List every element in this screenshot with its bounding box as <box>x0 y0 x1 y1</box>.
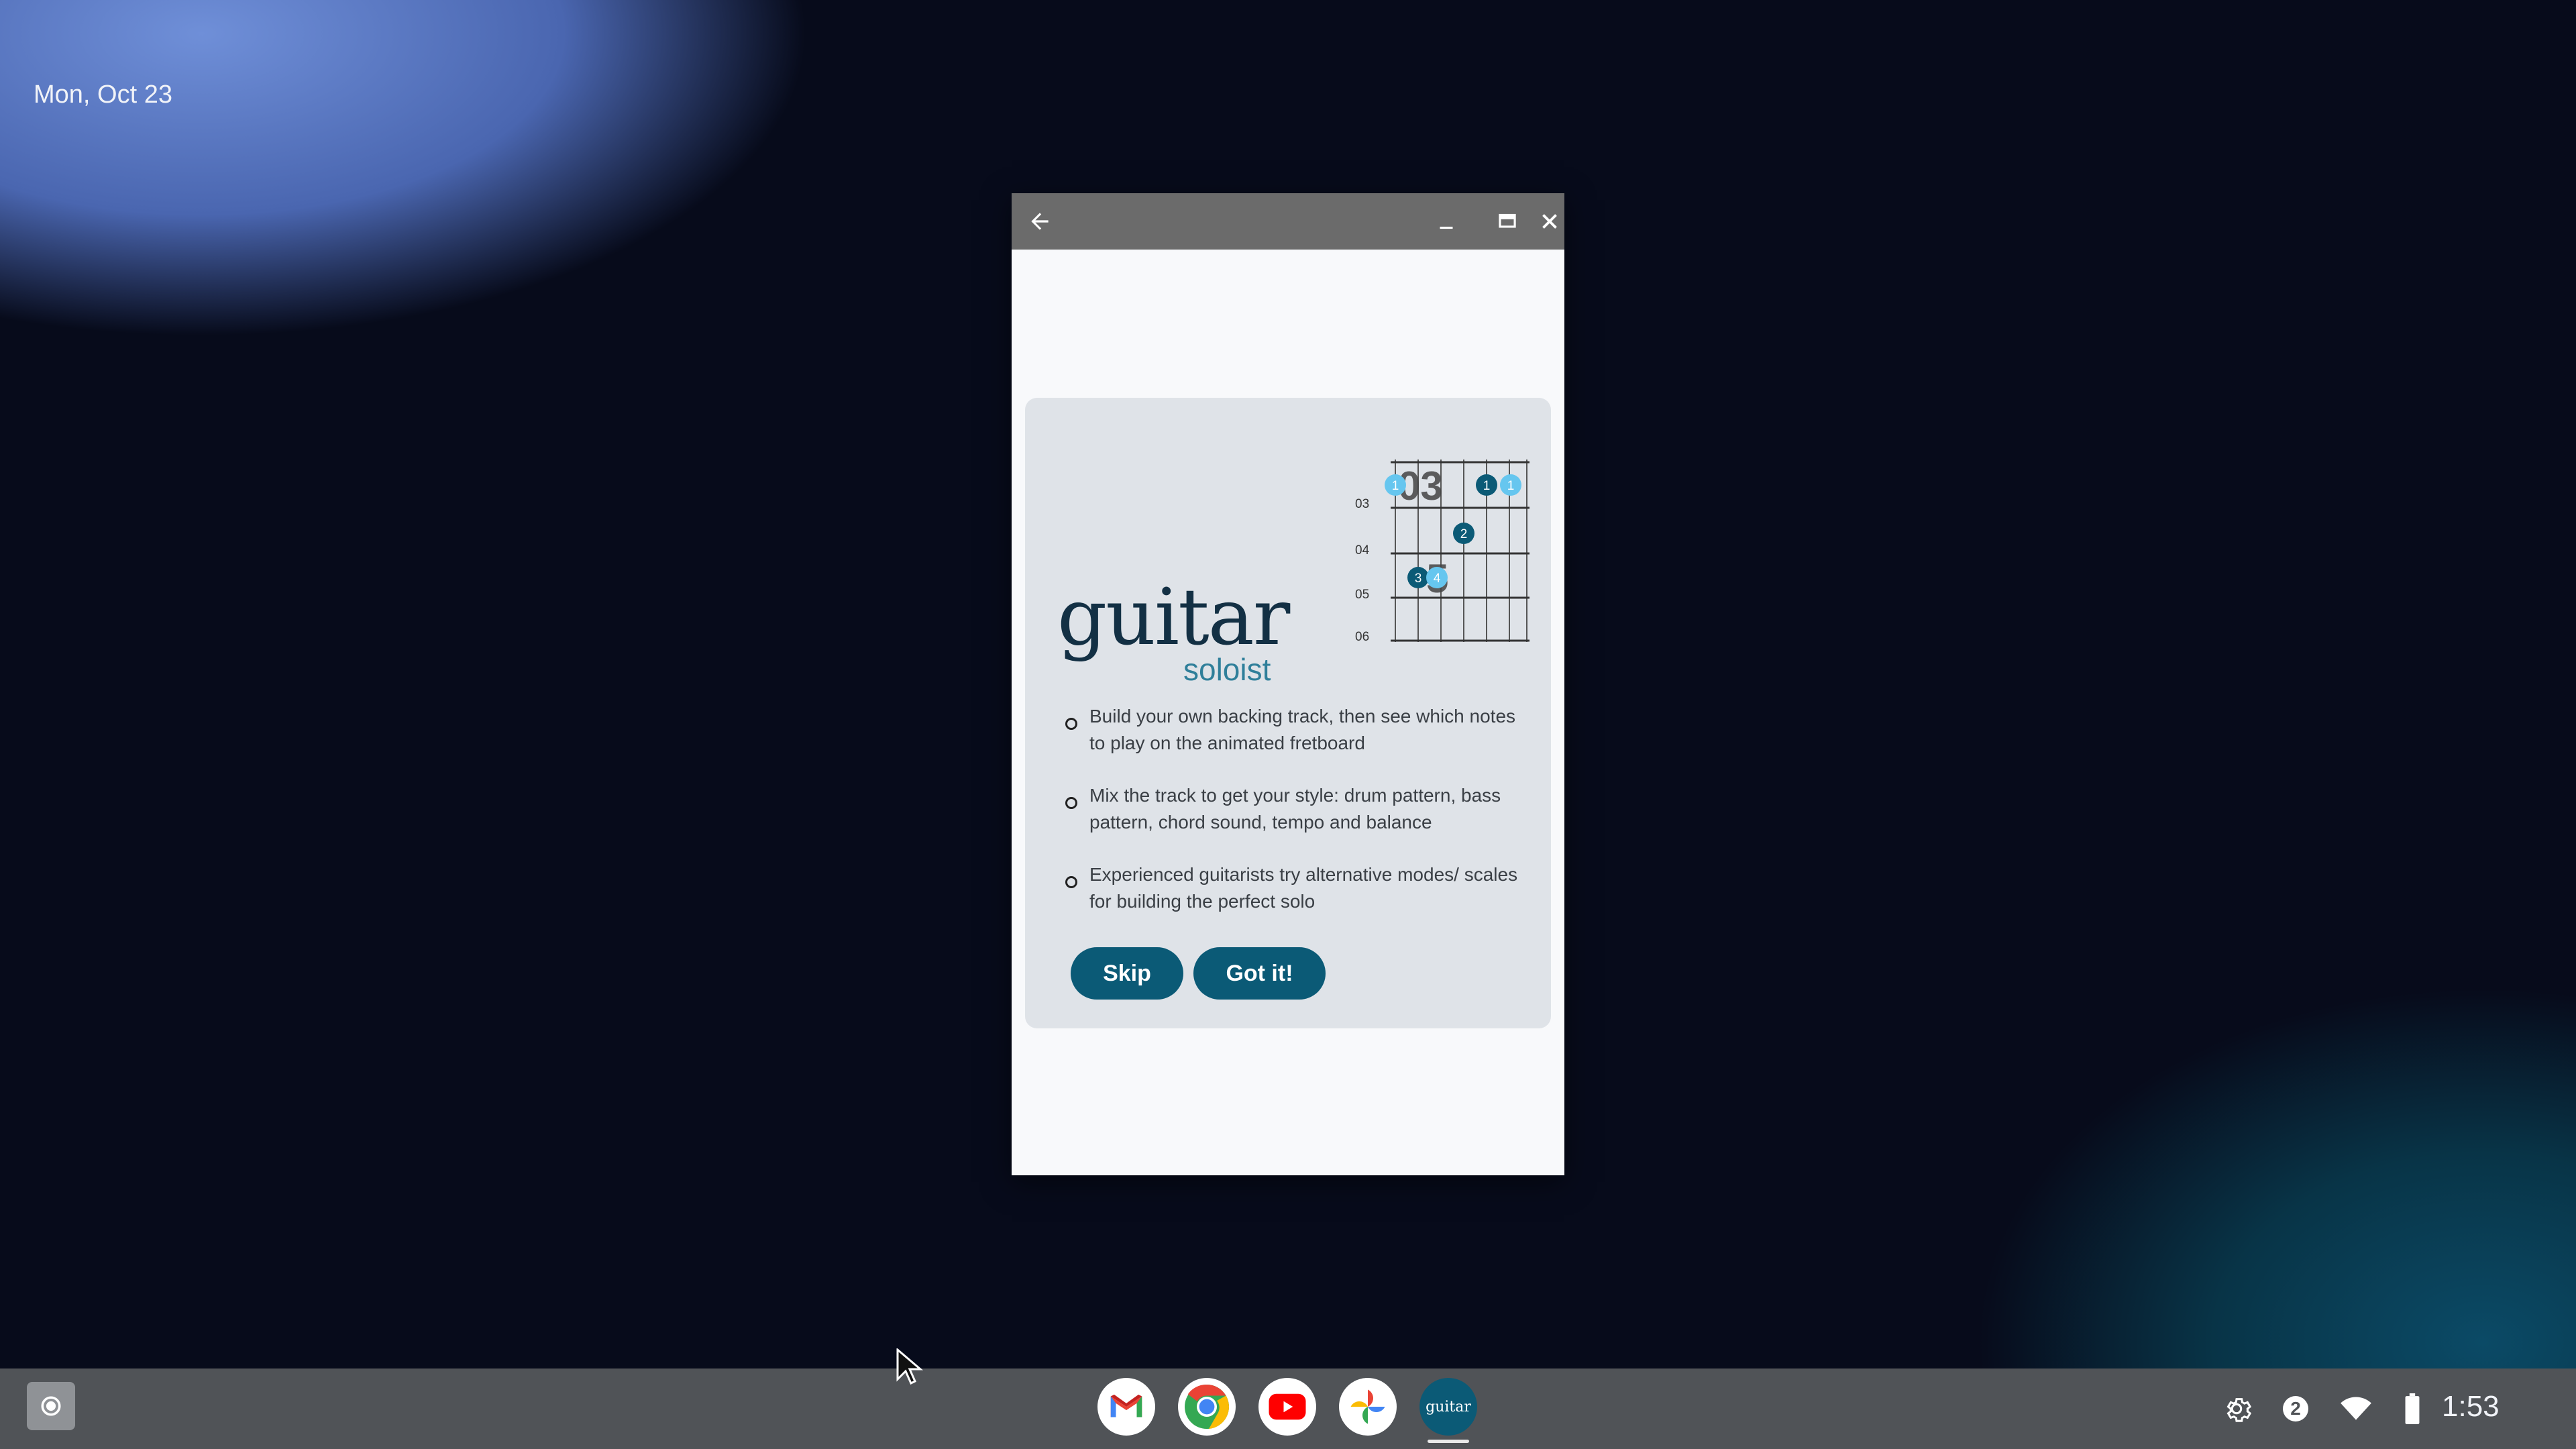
settings-button[interactable] <box>2219 1389 2254 1429</box>
photos-app[interactable] <box>1339 1378 1397 1436</box>
bullet-icon <box>1065 797 1077 809</box>
app-logo: guitar soloist <box>1057 572 1299 686</box>
note-dot-label: 2 <box>1460 527 1468 541</box>
title-bar <box>1012 193 1564 250</box>
note-dot-label: 4 <box>1434 572 1441 586</box>
got-it-button[interactable]: Got it! <box>1193 947 1326 1000</box>
back-button[interactable] <box>1012 193 1068 250</box>
close-icon <box>1542 214 1557 229</box>
chrome-app[interactable] <box>1178 1378 1236 1436</box>
wifi-status[interactable] <box>2337 1389 2375 1429</box>
logo-word: guitar <box>1057 572 1290 663</box>
fret-label: 05 <box>1355 588 1369 602</box>
note-dot-label: 3 <box>1415 572 1422 586</box>
battery-status[interactable] <box>2399 1389 2426 1429</box>
gmail-app[interactable] <box>1097 1378 1155 1436</box>
minimize-icon <box>1440 226 1453 229</box>
feature-text: Build your own backing track, then see w… <box>1089 706 1516 753</box>
guitar-soloist-app[interactable]: guitar <box>1419 1378 1477 1436</box>
fret-label: 06 <box>1355 630 1369 644</box>
maximize-icon <box>1499 213 1516 228</box>
note-dot-label: 1 <box>1392 479 1399 493</box>
feature-text: Experienced guitarists try alternative m… <box>1089 864 1518 912</box>
launcher-button[interactable] <box>27 1382 75 1430</box>
note-dot-label: 1 <box>1507 479 1515 493</box>
date-label: Mon, Oct 23 <box>34 80 172 109</box>
bullet-icon <box>1065 876 1077 888</box>
app-window: guitar soloist 03 04 05 06 03 1 1 1 2 3 … <box>1012 193 1564 1175</box>
fretboard-illustration: 03 04 05 06 03 5 1 1 1 2 3 <box>1355 460 1529 644</box>
shelf: guitar 2 1:53 <box>0 1368 2576 1449</box>
active-app-indicator <box>1428 1440 1469 1443</box>
gear-icon <box>2226 1398 2252 1422</box>
feature-text: Mix the track to get your style: drum pa… <box>1089 785 1501 833</box>
clock[interactable]: 1:53 <box>2442 1390 2500 1424</box>
launcher-icon <box>41 1396 61 1416</box>
minimize-button[interactable] <box>1418 193 1474 250</box>
notification-badge[interactable]: 2 <box>2278 1389 2313 1429</box>
guitar-soloist-icon: guitar <box>1426 1398 1471 1415</box>
note-dot-label: 1 <box>1483 479 1491 493</box>
close-button[interactable] <box>1535 193 1564 250</box>
chrome-icon <box>1185 1384 1230 1429</box>
back-arrow-icon <box>1031 213 1049 230</box>
gmail-icon <box>1110 1394 1142 1417</box>
fret-label: 04 <box>1355 543 1370 557</box>
mouse-cursor-icon <box>896 1348 923 1385</box>
youtube-icon <box>1269 1393 1306 1420</box>
bullet-icon <box>1065 718 1077 730</box>
notification-count: 2 <box>2283 1396 2308 1421</box>
photos-icon <box>1350 1389 1385 1424</box>
battery-icon <box>2405 1393 2420 1424</box>
fret-label: 03 <box>1355 497 1369 511</box>
logo-subtitle: soloist <box>1183 652 1271 687</box>
wifi-icon <box>2341 1397 2371 1420</box>
onboarding-card: guitar soloist 03 04 05 06 03 1 1 1 2 3 … <box>1025 398 1551 1028</box>
youtube-app[interactable] <box>1258 1378 1316 1436</box>
maximize-button[interactable] <box>1479 193 1536 250</box>
skip-button[interactable]: Skip <box>1071 947 1183 1000</box>
